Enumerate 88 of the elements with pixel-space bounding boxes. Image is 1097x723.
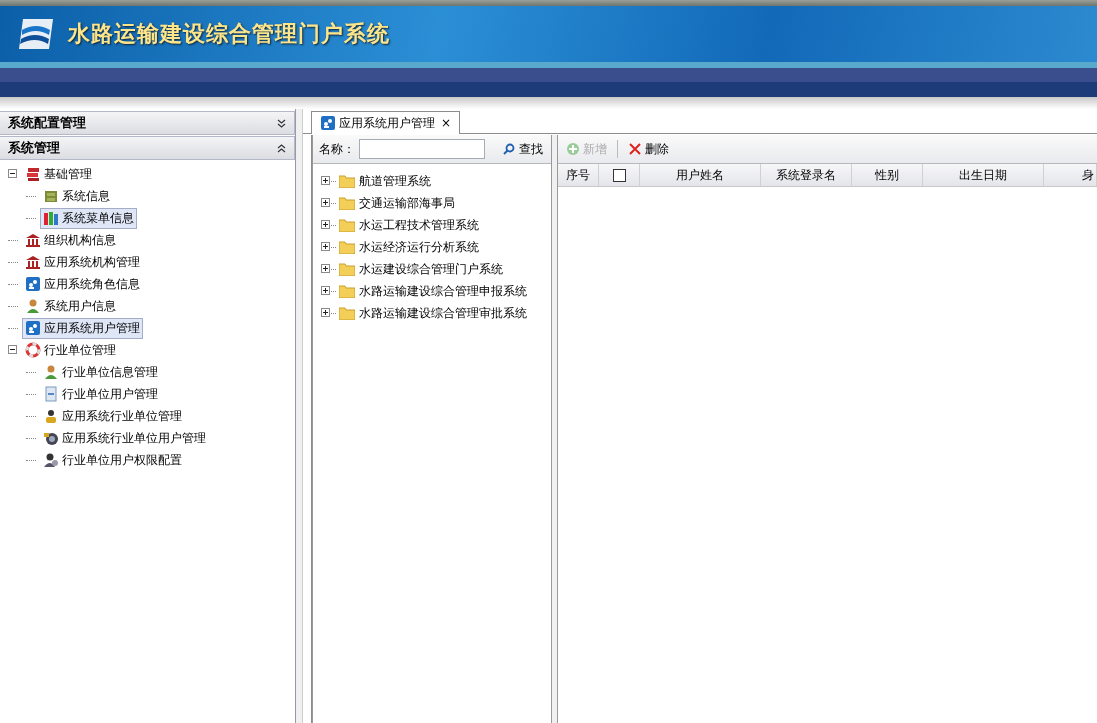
accordion-header[interactable]: 系统管理 bbox=[0, 136, 295, 160]
collapse-icon bbox=[277, 143, 286, 153]
search-icon bbox=[503, 143, 515, 155]
item-label: 行业单位管理 bbox=[44, 341, 116, 359]
item-label: 应用系统角色信息 bbox=[44, 275, 140, 293]
tree-item[interactable]: 应用系统用户管理 bbox=[22, 317, 143, 339]
item-label: 应用系统用户管理 bbox=[44, 319, 140, 337]
user-icon bbox=[43, 364, 59, 380]
tree-item[interactable]: 行业单位用户管理 bbox=[40, 383, 161, 405]
item-label: 行业单位信息管理 bbox=[62, 363, 158, 381]
folder-icon bbox=[339, 174, 355, 188]
folder-icon bbox=[339, 240, 355, 254]
folder-icon bbox=[339, 196, 355, 210]
expand-toggle[interactable] bbox=[321, 264, 331, 274]
collapse-toggle[interactable] bbox=[8, 169, 18, 179]
accordion-header[interactable]: 系统配置管理 bbox=[0, 111, 295, 135]
column-header: 性别 bbox=[875, 166, 899, 184]
expand-toggle[interactable] bbox=[321, 308, 331, 318]
tree-item[interactable]: 行业单位管理 bbox=[22, 339, 119, 361]
tree-item[interactable]: 系统用户信息 bbox=[22, 295, 119, 317]
tree-item[interactable]: 应用系统角色信息 bbox=[22, 273, 143, 295]
item-label: 行业单位用户管理 bbox=[62, 385, 158, 403]
field-label: 名称： bbox=[319, 140, 355, 158]
ring-icon bbox=[25, 342, 41, 358]
delete-icon bbox=[628, 142, 642, 156]
people-icon bbox=[25, 276, 41, 292]
item-label: 应用系统机构管理 bbox=[44, 253, 140, 271]
column-header: 用户姓名 bbox=[676, 166, 724, 184]
item-label: 应用系统行业单位管理 bbox=[62, 407, 182, 425]
item-label: 系统信息 bbox=[62, 187, 110, 205]
folder-icon bbox=[339, 306, 355, 320]
building-icon bbox=[25, 232, 41, 248]
add-icon bbox=[566, 142, 580, 156]
column-header: 出生日期 bbox=[959, 166, 1007, 184]
column-header: 序号 bbox=[566, 166, 590, 184]
item-label: 基础管理 bbox=[44, 165, 92, 183]
person-icon bbox=[43, 408, 59, 424]
panel-title: 系统配置管理 bbox=[8, 114, 86, 132]
tree-item[interactable]: 航道管理系统 bbox=[339, 172, 431, 190]
document-icon bbox=[43, 386, 59, 402]
item-label: 交通运输部海事局 bbox=[359, 194, 455, 212]
binder-icon bbox=[43, 210, 59, 226]
people-icon bbox=[320, 115, 336, 131]
select-all-checkbox[interactable] bbox=[612, 168, 626, 182]
expand-toggle[interactable] bbox=[321, 198, 331, 208]
user-icon bbox=[25, 298, 41, 314]
close-button[interactable]: × bbox=[441, 116, 452, 130]
tab[interactable]: 应用系统用户管理 × bbox=[311, 111, 461, 134]
tree-item[interactable]: 应用系统机构管理 bbox=[22, 251, 143, 273]
tree-item[interactable]: 系统信息 bbox=[40, 185, 113, 207]
cabinet-icon bbox=[43, 188, 59, 204]
expand-toggle[interactable] bbox=[321, 220, 331, 230]
expand-toggle[interactable] bbox=[321, 176, 331, 186]
tree-item[interactable]: 行业单位信息管理 bbox=[40, 361, 161, 383]
tree-item[interactable]: 行业单位用户权限配置 bbox=[40, 449, 185, 471]
item-label: 系统用户信息 bbox=[44, 297, 116, 315]
people-icon bbox=[25, 320, 41, 336]
tree-item[interactable]: 基础管理 bbox=[22, 163, 95, 185]
item-label: 系统菜单信息 bbox=[62, 209, 134, 227]
collapse-toggle[interactable] bbox=[8, 345, 18, 355]
user-gear-icon bbox=[43, 452, 59, 468]
tree-item[interactable]: 应用系统行业单位管理 bbox=[40, 405, 185, 427]
expand-toggle[interactable] bbox=[321, 242, 331, 252]
search-button[interactable]: 查找 bbox=[501, 140, 545, 158]
wave-logo-icon bbox=[18, 18, 54, 50]
stack-icon bbox=[25, 166, 41, 182]
item-label: 航道管理系统 bbox=[359, 172, 431, 190]
column-header: 身 bbox=[1082, 166, 1094, 184]
item-label: 组织机构信息 bbox=[44, 231, 116, 249]
tree-item[interactable]: 应用系统行业单位用户管理 bbox=[40, 427, 209, 449]
expand-toggle[interactable] bbox=[321, 286, 331, 296]
folder-icon bbox=[339, 218, 355, 232]
delete-button[interactable]: 删除 bbox=[628, 140, 669, 158]
app-title: 水路运输建设综合管理门户系统 bbox=[68, 20, 390, 48]
name-input[interactable] bbox=[359, 139, 485, 159]
camera-icon bbox=[43, 430, 59, 446]
folder-icon bbox=[339, 284, 355, 298]
column-header: 系统登录名 bbox=[776, 166, 836, 184]
item-label: 应用系统行业单位用户管理 bbox=[62, 429, 206, 447]
item-label: 行业单位用户权限配置 bbox=[62, 451, 182, 469]
tree-item[interactable]: 组织机构信息 bbox=[22, 229, 119, 251]
tree-item[interactable]: 交通运输部海事局 bbox=[339, 194, 455, 212]
building-icon bbox=[25, 254, 41, 270]
panel-title: 系统管理 bbox=[8, 139, 60, 157]
expand-icon bbox=[277, 118, 286, 128]
folder-icon bbox=[339, 262, 355, 276]
tab-label: 应用系统用户管理 bbox=[339, 114, 435, 132]
tree-item[interactable]: 系统菜单信息 bbox=[40, 207, 137, 229]
